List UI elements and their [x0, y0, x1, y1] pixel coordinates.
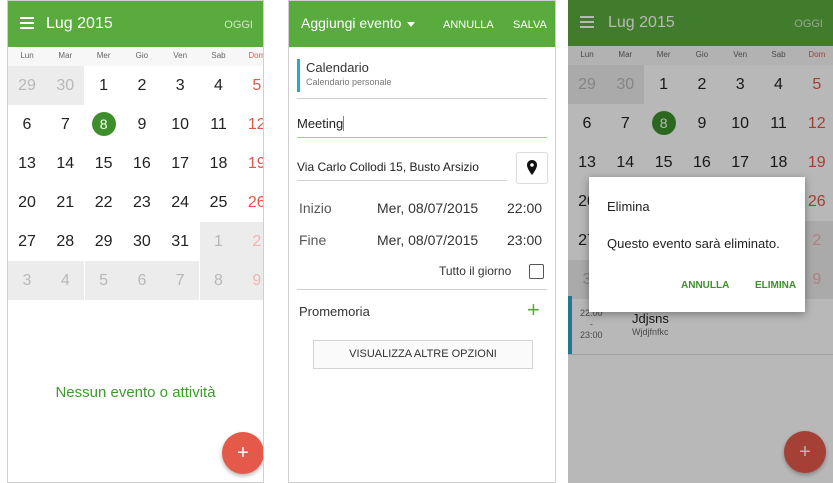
day-cell[interactable]: 31: [161, 222, 199, 261]
calendar-sub: Calendario personale: [306, 77, 392, 87]
day-cell[interactable]: 9: [237, 261, 263, 300]
day-cell[interactable]: 26: [238, 183, 263, 222]
start-date[interactable]: Mer, 08/07/2015: [377, 200, 478, 216]
today-marker: 8: [91, 112, 116, 136]
dialog-delete-button[interactable]: ELIMINA: [755, 280, 796, 291]
add-event-button[interactable]: +: [222, 432, 263, 474]
day-cell[interactable]: 20: [8, 183, 46, 222]
day-cell[interactable]: 4: [200, 66, 238, 105]
day-cell[interactable]: 30: [46, 66, 85, 105]
day-cell[interactable]: 7: [161, 261, 200, 300]
delete-dialog: Elimina Questo evento sarà eliminato. AN…: [589, 177, 805, 312]
weekday-label: Gio: [135, 51, 149, 60]
day-cell[interactable]: 3: [161, 66, 199, 105]
day-cell[interactable]: 5: [238, 66, 263, 105]
weekday-header: Lun Mar Mer Gio Ven Sab Dom: [8, 47, 263, 66]
dialog-message: Questo evento sarà eliminato.: [607, 236, 780, 251]
app-bar: Aggiungi evento ANNULLA SALVA: [289, 1, 555, 47]
day-cell[interactable]: 29: [85, 222, 123, 261]
location-pin-button[interactable]: [516, 152, 548, 184]
day-cell[interactable]: 1: [85, 66, 123, 105]
day-cell[interactable]: 19: [238, 144, 263, 183]
day-cell[interactable]: 8: [199, 261, 238, 300]
divider: [297, 289, 547, 290]
title-input[interactable]: Meeting: [297, 115, 547, 138]
dialog-cancel-button[interactable]: ANNULLA: [681, 280, 729, 291]
title-input-value: Meeting: [297, 116, 344, 131]
add-event-title[interactable]: Aggiungi evento: [301, 15, 416, 31]
dialog-title: Elimina: [607, 199, 650, 214]
day-cell[interactable]: 27: [8, 222, 46, 261]
day-cell[interactable]: 30: [123, 222, 161, 261]
weekday-label: Lun: [20, 51, 34, 60]
day-cell[interactable]: 6: [8, 105, 46, 144]
add-event-title-text: Aggiungi evento: [301, 15, 402, 31]
delete-event-screen: Lug 2015 OGGI Lun Mar Mer Gio Ven Sab Dom 29 30…: [568, 0, 833, 483]
day-cell[interactable]: 24: [161, 183, 199, 222]
today-button[interactable]: OGGI: [224, 19, 253, 31]
cancel-button[interactable]: ANNULLA: [443, 19, 494, 31]
weekday-label: Dom: [248, 51, 264, 60]
day-cell[interactable]: 2: [123, 66, 161, 105]
day-cell[interactable]: 10: [161, 105, 199, 144]
start-label: Inizio: [299, 200, 332, 216]
dropdown-arrow-icon: [407, 21, 416, 27]
day-cell[interactable]: 12: [238, 105, 263, 144]
month-title[interactable]: Lug 2015: [46, 15, 113, 33]
day-cell[interactable]: 15: [85, 144, 123, 183]
save-button[interactable]: SALVA: [513, 19, 547, 31]
text-cursor: [343, 116, 345, 132]
day-cell[interactable]: 16: [123, 144, 161, 183]
day-cell[interactable]: 9: [123, 105, 161, 144]
day-cell[interactable]: 18: [200, 144, 238, 183]
all-day-checkbox[interactable]: [529, 264, 544, 279]
menu-icon[interactable]: [20, 17, 34, 29]
divider: [297, 98, 547, 99]
day-cell[interactable]: 22: [85, 183, 123, 222]
calendar-selector[interactable]: Calendario Calendario personale: [306, 60, 392, 87]
calendar-color-bar: [297, 59, 300, 92]
month-grid: 2930123456789101112131415161718192021222…: [8, 66, 263, 301]
location-pin-icon: [527, 160, 537, 175]
day-cell[interactable]: 29: [8, 66, 46, 105]
day-cell[interactable]: 3: [8, 261, 46, 300]
day-cell[interactable]: 5: [84, 261, 123, 300]
weekday-label: Mar: [58, 51, 73, 60]
weekday-label: Ven: [173, 51, 188, 60]
day-cell[interactable]: 13: [8, 144, 46, 183]
day-cell[interactable]: 4: [46, 261, 85, 300]
day-cell[interactable]: 14: [46, 144, 84, 183]
empty-events-message: Nessun evento o attività: [55, 384, 216, 401]
day-cell[interactable]: 17: [161, 144, 199, 183]
day-cell[interactable]: 6: [122, 261, 161, 300]
day-cell[interactable]: 1: [199, 222, 238, 261]
day-cell[interactable]: 23: [123, 183, 161, 222]
app-bar: Lug 2015 OGGI: [8, 1, 263, 47]
day-cell[interactable]: 7: [46, 105, 84, 144]
location-input[interactable]: Via Carlo Collodi 15, Busto Arsizio: [297, 158, 507, 181]
end-label: Fine: [299, 232, 327, 248]
add-event-screen: Aggiungi evento ANNULLA SALVA Calendario…: [288, 0, 556, 483]
end-time[interactable]: 23:00: [507, 232, 542, 248]
day-cell[interactable]: 2: [237, 222, 263, 261]
weekday-label: Sab: [211, 51, 226, 60]
location-input-value: Via Carlo Collodi 15, Busto Arsizio: [297, 160, 479, 174]
start-time[interactable]: 22:00: [507, 200, 542, 216]
end-date[interactable]: Mer, 08/07/2015: [377, 232, 478, 248]
day-cell[interactable]: 25: [200, 183, 238, 222]
weekday-label: Mer: [96, 51, 111, 60]
reminder-label: Promemoria: [299, 304, 370, 319]
more-options-button[interactable]: VISUALIZZA ALTRE OPZIONI: [313, 340, 533, 369]
day-cell[interactable]: 8: [85, 105, 123, 144]
day-cell[interactable]: 11: [200, 105, 238, 144]
add-reminder-button[interactable]: +: [527, 297, 540, 323]
all-day-label: Tutto il giorno: [439, 264, 512, 278]
calendar-month-screen: Lug 2015 OGGI Lun Mar Mer Gio Ven Sab Dom 29 30…: [7, 0, 264, 483]
day-cell[interactable]: 21: [46, 183, 84, 222]
calendar-name: Calendario: [306, 60, 369, 75]
day-cell[interactable]: 28: [46, 222, 84, 261]
